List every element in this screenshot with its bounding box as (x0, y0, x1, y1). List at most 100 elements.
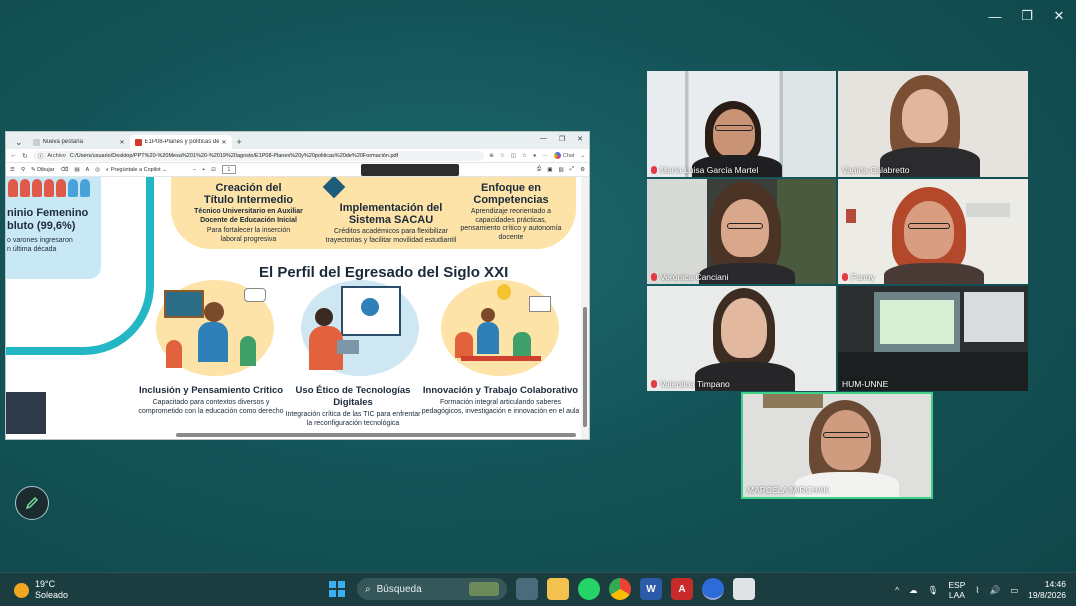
scroll-thumb[interactable] (583, 307, 587, 427)
participant-name: MARCELA MIRCHAK (747, 485, 830, 495)
clock[interactable]: 14:46 19/8/2026 (1028, 579, 1066, 601)
participant-tile-vanina[interactable]: Vanina Calabretto (838, 71, 1028, 177)
participant-face (904, 201, 954, 259)
vertical-scrollbar[interactable] (581, 177, 589, 439)
mic-muted-icon (651, 380, 657, 388)
participant-tile-veronica[interactable]: Verónica Canciani (647, 179, 836, 284)
wifi-icon[interactable]: ⌇ (975, 585, 979, 596)
favorites-icon[interactable]: ☆ (522, 153, 527, 159)
participant-tile-hum-unne[interactable]: HUM-UNNE (838, 286, 1028, 391)
clock-date: 19/8/2026 (1028, 590, 1066, 600)
fit-page-icon[interactable]: ⊡ (211, 167, 216, 173)
chrome-icon[interactable] (609, 578, 631, 600)
refresh-icon[interactable]: ↻ (22, 152, 28, 160)
url-text[interactable]: C:/Users/usuario/Desktop/PPT%20-%20Mesa%… (70, 153, 398, 159)
acrobat-icon[interactable]: A (671, 578, 693, 600)
pdf-toolbar: ☰ ⚲ ✎ Dibujar ⌫ ▤ A ◎ ◐ Pregúntale a Cop… (6, 163, 589, 177)
whatsapp-icon[interactable] (578, 578, 600, 600)
window-controls: — ❐ ✕ (988, 6, 1066, 26)
file-explorer-icon[interactable] (547, 578, 569, 600)
task-view-icon[interactable] (516, 578, 538, 600)
participant-tile-maria[interactable]: María Luisa García Martel (647, 71, 836, 177)
page-number-input[interactable]: 1 (221, 165, 236, 174)
restore-button[interactable]: ❐ (1020, 6, 1034, 26)
print-icon[interactable]: ⎙ (537, 166, 541, 173)
card-competencias: Enfoque en Competencias Aprendizaje reor… (451, 182, 571, 242)
start-button[interactable] (326, 578, 348, 600)
save-icon[interactable]: ▣ (547, 167, 552, 173)
profile-item-subtitle: Capacitado para contextos diversos y com… (138, 399, 284, 415)
weather-temp: 19°C (35, 579, 56, 589)
tab-label: Nueva pestaña (42, 139, 83, 145)
zoom-in-button[interactable]: + (202, 167, 205, 173)
participant-face (721, 298, 767, 358)
card-detail: Para fortalecer la inserción laboral pro… (206, 227, 291, 243)
card-subtitle: Técnico Universitario en Auxiliar Docent… (194, 208, 303, 224)
tab-new-tab[interactable]: Nueva pestaña ✕ (28, 135, 130, 149)
browser-restore-button[interactable]: ❐ (559, 135, 565, 143)
show-hidden-icons-chevron[interactable]: ^ (895, 585, 899, 595)
participant-tile-fanny[interactable]: Fanny (838, 179, 1028, 284)
glasses (823, 432, 869, 438)
favorite-icon[interactable]: ☆ (500, 153, 505, 159)
tooltip (361, 164, 459, 176)
zoom-out-button[interactable]: − (193, 167, 196, 173)
participant-body (884, 263, 984, 284)
new-tab-button[interactable]: + (232, 135, 247, 149)
split-icon[interactable]: ◫ (511, 153, 516, 159)
tab-bar: ⌄ Nueva pestaña ✕ E1P08-Planes y polític… (6, 132, 589, 149)
eraser-icon[interactable]: ⌫ (61, 167, 69, 173)
back-icon[interactable]: ← (10, 152, 17, 159)
battery-icon[interactable]: ▭ (1010, 585, 1018, 596)
info-icon[interactable]: ⓘ (38, 152, 44, 160)
weather-widget[interactable]: 19°C Soleado (14, 579, 68, 601)
card-title: Enfoque en Competencias (473, 182, 549, 206)
draw-button[interactable]: ✎ Dibujar (31, 167, 55, 173)
printer-icon[interactable] (733, 578, 755, 600)
cloud-sync-icon[interactable]: ☁ (909, 585, 918, 596)
save-as-icon[interactable]: ▥ (558, 167, 563, 173)
minimize-button[interactable]: — (988, 6, 1002, 26)
tab-close-button[interactable]: ✕ (120, 139, 125, 146)
highlight-icon[interactable]: ⚲ (21, 167, 25, 173)
zoom-icon[interactable]: ⊕ (489, 153, 494, 159)
copilot-chat-button[interactable]: Chat (553, 152, 574, 159)
chevron-down-icon[interactable]: ⌄ (580, 153, 585, 159)
immersive-icon[interactable]: ◎ (95, 167, 100, 173)
ask-copilot-button[interactable]: ◐ Pregúntale a Copilot ⌄ (106, 167, 167, 173)
read-aloud-icon[interactable]: A (86, 167, 90, 173)
settings-icon[interactable]: ⚙ (580, 167, 585, 173)
participant-tile-valentina[interactable]: Valentina Timpano (647, 286, 836, 391)
menu-icon[interactable]: ☰ (10, 167, 15, 173)
close-button[interactable]: ✕ (1052, 6, 1066, 26)
collaboration-illustration (441, 280, 559, 376)
tab-list-icon[interactable]: ⌄ (10, 135, 28, 149)
annotate-button[interactable] (15, 486, 49, 520)
horizontal-scrollbar[interactable] (176, 433, 576, 437)
taskbar: 19°C Soleado ⌕ Búsqueda W A ^ ☁ 🎙 ESP LA… (0, 572, 1076, 606)
browser-minimize-button[interactable]: — (540, 135, 547, 143)
projected-screen (880, 300, 954, 344)
search-placeholder: Búsqueda (376, 583, 422, 595)
search-icon: ⌕ (365, 583, 371, 595)
profile-item-title: Innovación y Trabajo Colaborativo (422, 385, 579, 396)
card-title: Creación del Título Intermedio (203, 182, 294, 206)
volume-icon[interactable]: 🔊 (990, 585, 1001, 596)
language-indicator[interactable]: ESP LAA (948, 580, 965, 600)
word-icon[interactable]: W (640, 578, 662, 600)
profile-icon[interactable]: ● (533, 153, 536, 159)
page-view-icon[interactable]: ▤ (74, 167, 79, 173)
clock-time: 14:46 (1044, 579, 1066, 589)
mic-muted-icon (842, 273, 848, 281)
microphone-icon[interactable]: 🎙 (928, 585, 939, 596)
fullscreen-icon[interactable]: ⤢ (570, 166, 574, 173)
participant-tile-marcela-active-speaker[interactable]: MARCELA MIRCHAK (741, 392, 933, 499)
tab-pdf[interactable]: E1P08-Planes y políticas de Forma ✕ (129, 135, 232, 149)
tab-close-button[interactable]: ✕ (222, 139, 227, 146)
address-bar[interactable]: ⓘ Archivo C:/Users/usuario/Desktop/PPT%2… (32, 150, 485, 161)
zoom-app-icon[interactable] (702, 578, 724, 600)
taskbar-search[interactable]: ⌕ Búsqueda (357, 578, 507, 600)
more-icon[interactable]: ⋯ (542, 153, 548, 159)
browser-close-button[interactable]: ✕ (577, 135, 583, 143)
search-highlight-image (469, 582, 499, 596)
